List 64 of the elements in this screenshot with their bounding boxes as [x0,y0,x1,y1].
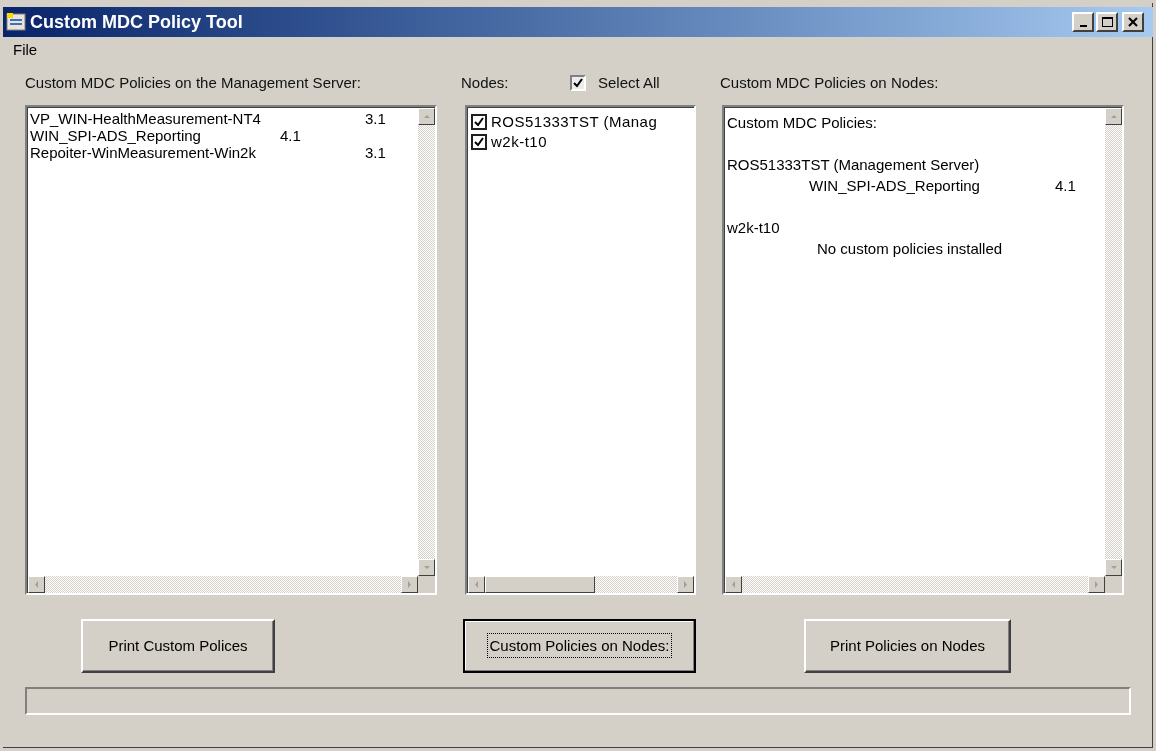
push-button[interactable]: Custom Policies on Nodes: [463,619,696,673]
scrollbar-corner [1105,576,1122,593]
maximize-icon [1101,17,1113,27]
right-arrow-icon [681,580,690,589]
close-icon [1128,17,1138,27]
down-arrow-icon [1109,563,1118,572]
horizontal-scrollbar[interactable] [725,576,1105,593]
policy-version: 4.1 [1055,176,1076,196]
close-button[interactable] [1122,12,1144,32]
policy-name: WIN_SPI-ADS_Reporting [809,176,981,196]
left-arrow-icon [472,580,481,589]
policy-name: WIN_SPI-ADS_Reporting [30,127,202,144]
up-arrow-icon [1109,112,1118,121]
scrollbar-thumb[interactable] [485,576,595,593]
horizontal-scrollbar[interactable] [468,576,694,593]
checkbox[interactable] [570,75,586,91]
vertical-scrollbar[interactable] [1105,108,1122,576]
up-arrow-icon [422,112,431,121]
right-arrow-icon [405,580,414,589]
list-label: Custom MDC Policies on the Management Server: [25,73,361,91]
push-button[interactable]: Print Custom Polices [81,619,275,673]
window-title: Custom MDC Policy Tool [30,10,244,34]
menu-item[interactable]: File [11,38,40,62]
checkbox-label: Select All [598,72,660,93]
node-name: w2k-t10 [727,218,780,238]
policy-version: 4.1 [280,127,301,144]
policy-name: Repoiter-WinMeasurement-Win2k [30,144,257,161]
scroll-left-button[interactable] [468,576,485,593]
scrollbar-corner [418,576,435,593]
policy-name: VP_WIN-HealthMeasurement-NT4 [30,110,262,127]
scroll-up-button[interactable] [418,108,435,125]
app-icon [6,12,26,32]
policy-version: 3.1 [365,110,386,127]
scroll-up-button[interactable] [1105,108,1122,125]
right-arrow-icon [1092,580,1101,589]
down-arrow-icon [422,563,431,572]
list-box[interactable]: Custom MDC Policies: ROS51333TST (Management Server) WIN_SPI-ADS_Reporting 4.1 w2k-t10 No custom policies installed [722,105,1124,595]
horizontal-scrollbar[interactable] [28,576,418,593]
scroll-right-button[interactable] [677,576,694,593]
push-button[interactable]: Print Policies on Nodes [804,619,1011,673]
list-label: Nodes: [461,72,510,93]
scroll-right-button[interactable] [1088,576,1105,593]
output-heading: Custom MDC Policies: [727,113,879,133]
left-arrow-icon [32,580,41,589]
list-label: Custom MDC Policies on Nodes: [720,73,939,91]
checkbox[interactable] [471,134,487,150]
minimize-button[interactable] [1072,12,1094,32]
scroll-left-button[interactable] [28,576,45,593]
scroll-down-button[interactable] [418,559,435,576]
checkbox[interactable] [471,114,487,130]
vertical-scrollbar[interactable] [418,108,435,576]
policy-version: 3.1 [365,144,386,161]
minimize-icon [1079,25,1087,27]
left-arrow-icon [729,580,738,589]
list-box[interactable]: VP_WIN-HealthMeasurement-NT4 3.1 WIN_SPI-ADS_Reporting 4.1 Repoiter-WinMeasurement-Win2k 3.1 [25,105,437,595]
scroll-left-button[interactable] [725,576,742,593]
list-box[interactable]: ROS51333TST (Manag w2k-t10 [465,105,696,595]
maximize-button[interactable] [1096,12,1118,32]
node-name: w2k-t10 [491,131,548,152]
node-name: ROS51333TST (Management Server) [727,155,980,175]
node-name: ROS51333TST (Manag [491,111,658,132]
scroll-right-button[interactable] [401,576,418,593]
scroll-down-button[interactable] [1105,559,1122,576]
status-message: No custom policies installed [817,240,1003,257]
